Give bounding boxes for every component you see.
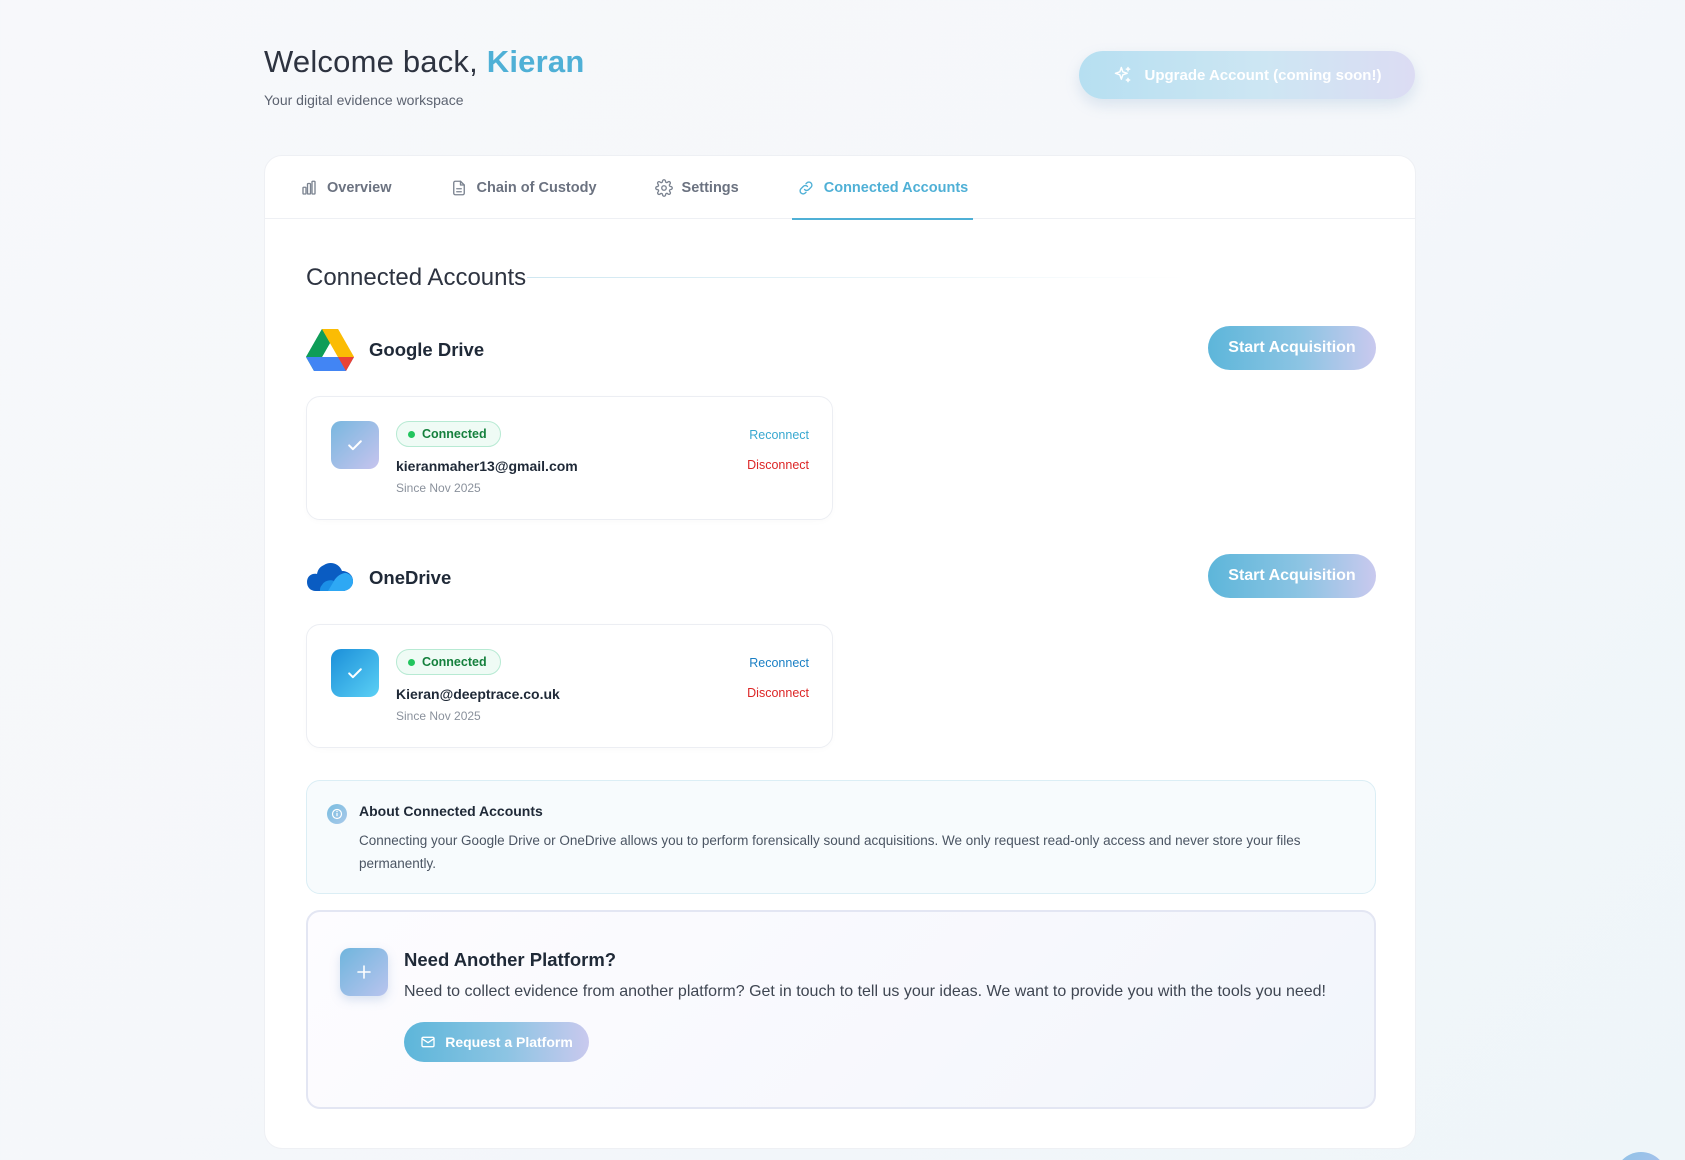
start-acquisition-button[interactable]: Start Acquisition [1208,554,1376,598]
need-another-platform-box: Need Another Platform? Need to collect e… [306,910,1376,1109]
tab-overview-label: Overview [327,179,392,196]
request-platform-label: Request a Platform [445,1034,573,1050]
status-label: Connected [422,427,487,441]
bar-chart-icon [300,179,318,197]
tab-connected-accounts[interactable]: Connected Accounts [791,156,974,220]
account-email: kieranmaher13@gmail.com [396,458,578,474]
request-platform-button[interactable]: Request a Platform [404,1022,589,1062]
provider-name: OneDrive [369,567,452,588]
reconnect-link[interactable]: Reconnect [749,656,809,670]
provider-onedrive: OneDrive Start Acquisition [306,554,1376,602]
google-drive-logo [306,328,354,372]
page-subtitle: Your digital evidence workspace [264,92,464,108]
disconnect-link[interactable]: Disconnect [747,686,809,700]
check-icon [331,421,379,469]
account-card-google: Connected kieranmaher13@gmail.com Since … [306,396,833,520]
info-title: About Connected Accounts [359,803,543,819]
upgrade-account-button[interactable]: Upgrade Account (coming soon!) [1079,51,1415,99]
user-name: Kieran [486,44,585,79]
tab-connected-accounts-label: Connected Accounts [823,179,969,196]
need-platform-title: Need Another Platform? [404,949,617,970]
document-icon [450,179,468,197]
start-acquisition-button[interactable]: Start Acquisition [1208,326,1376,370]
link-icon [797,179,815,197]
mail-icon [420,1034,436,1050]
info-text: Connecting your Google Drive or OneDrive… [359,833,1301,871]
tab-settings[interactable]: Settings [650,156,744,219]
tab-bar: Overview Chain of Custody Settings Conne… [265,156,1415,220]
disconnect-link[interactable]: Disconnect [747,458,809,472]
status-dot-icon [408,430,415,438]
plus-icon [340,948,388,996]
upgrade-account-label: Upgrade Account (coming soon!) [1144,66,1382,84]
status-badge: Connected [396,421,501,447]
status-label: Connected [422,655,487,669]
provider-name: Google Drive [369,339,485,360]
tab-settings-label: Settings [681,179,739,196]
gear-icon [654,178,673,197]
account-email: Kieran@deeptrace.co.uk [396,686,560,702]
tab-chain-of-custody[interactable]: Chain of Custody [445,156,602,219]
account-since: Since Nov 2025 [396,481,481,495]
welcome-prefix: Welcome back, [264,44,478,79]
main-card: Overview Chain of Custody Settings Conne… [264,155,1416,1149]
section-divider [527,277,1187,278]
about-connected-accounts-box: About Connected Accounts Connecting your… [306,780,1376,894]
tab-chain-of-custody-label: Chain of Custody [476,179,597,196]
tab-overview[interactable]: Overview [295,156,397,219]
welcome-heading: Welcome back, Kieran [264,44,584,80]
onedrive-logo [306,556,354,600]
floating-action-button[interactable] [1615,1152,1667,1160]
info-icon [327,804,347,824]
sparkle-icon [1113,65,1133,85]
status-badge: Connected [396,649,501,675]
page-header: Welcome back, Kieran Your digital eviden… [264,44,584,108]
provider-google-drive: Google Drive Start Acquisition [306,326,1376,374]
account-since: Since Nov 2025 [396,709,481,723]
check-icon [331,649,379,697]
account-card-onedrive: Connected Kieran@deeptrace.co.uk Since N… [306,624,833,748]
reconnect-link[interactable]: Reconnect [749,428,809,442]
need-platform-text: Need to collect evidence from another pl… [404,983,1326,1000]
status-dot-icon [408,658,415,666]
section-title: Connected Accounts [306,264,527,291]
